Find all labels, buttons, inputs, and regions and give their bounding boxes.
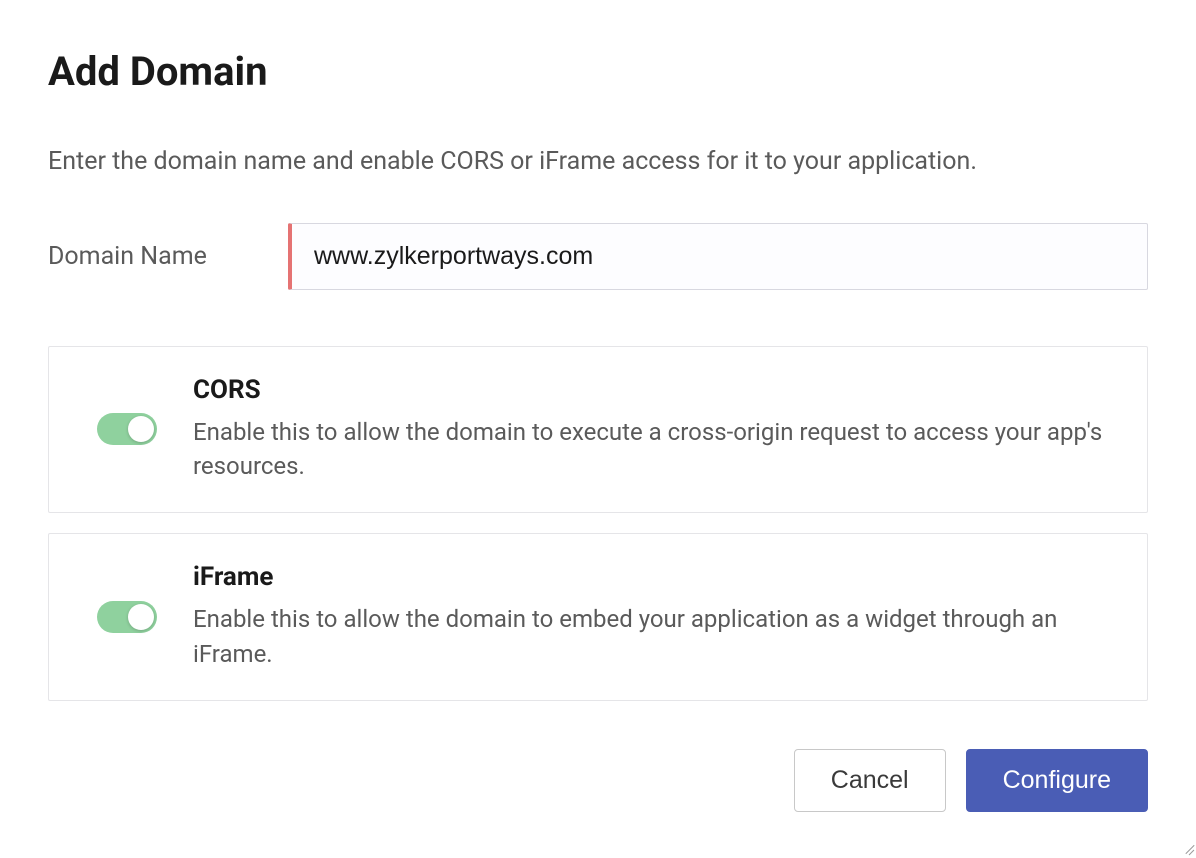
cors-option-card: CORS Enable this to allow the domain to … [48,346,1148,514]
cancel-button[interactable]: Cancel [794,749,946,812]
cors-description: Enable this to allow the domain to execu… [193,415,1115,485]
cors-content: CORS Enable this to allow the domain to … [193,375,1115,485]
button-row: Cancel Configure [48,749,1148,812]
cors-title: CORS [193,375,1115,405]
iframe-title: iFrame [193,562,1115,592]
iframe-content: iFrame Enable this to allow the domain t… [193,562,1115,672]
iframe-toggle[interactable] [97,601,157,633]
iframe-description: Enable this to allow the domain to embed… [193,602,1115,672]
domain-name-label: Domain Name [48,242,288,271]
domain-name-input[interactable] [288,223,1148,290]
iframe-option-card: iFrame Enable this to allow the domain t… [48,533,1148,701]
domain-name-row: Domain Name [48,223,1148,290]
cors-toggle[interactable] [97,413,157,445]
configure-button[interactable]: Configure [966,749,1148,812]
page-title: Add Domain [48,48,1148,95]
page-description: Enter the domain name and enable CORS or… [48,143,1148,181]
